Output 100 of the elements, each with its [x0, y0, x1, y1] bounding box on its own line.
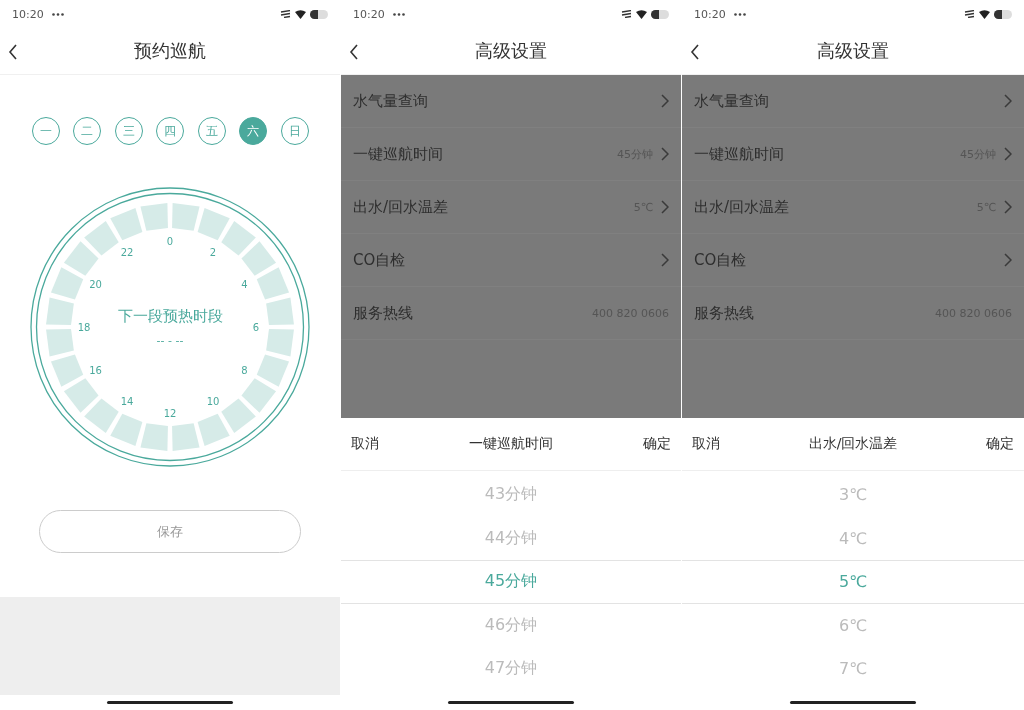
home-indicator[interactable] [448, 701, 574, 704]
chevron-right-icon [661, 200, 669, 214]
chevron-right-icon [1004, 147, 1012, 161]
setting-label: 水气量查询 [694, 91, 769, 111]
picker-option[interactable]: 7℃ [682, 647, 1024, 691]
page-title: 高级设置 [817, 39, 889, 63]
confirm-button[interactable]: 确定 [641, 433, 673, 455]
status-time: 10:20 [353, 7, 385, 21]
hour-label: 22 [120, 247, 134, 258]
hour-label: 8 [241, 364, 248, 376]
chevron-right-icon [1004, 200, 1012, 214]
signal-icon [964, 10, 975, 18]
time-segment[interactable] [140, 423, 168, 451]
time-segment[interactable] [46, 329, 74, 357]
weekday-button[interactable]: 四 [156, 117, 184, 145]
settings-row[interactable]: 水气量查询 [682, 75, 1024, 128]
chevron-right-icon [661, 94, 669, 108]
time-segment[interactable] [266, 297, 294, 325]
weekday-button[interactable]: 三 [114, 117, 143, 145]
time-segment[interactable] [256, 267, 290, 300]
time-segment[interactable] [197, 413, 230, 447]
battery-icon [651, 9, 669, 19]
weekday-button[interactable]: 一 [31, 117, 60, 145]
next-period-value: -- - -- [156, 334, 184, 347]
setting-label: 出水/回水温差 [353, 197, 449, 217]
time-segment[interactable] [110, 207, 143, 241]
time-segment[interactable] [256, 354, 290, 387]
setting-label: 服务热线 [353, 303, 413, 323]
time-segment[interactable] [172, 423, 200, 451]
setting-label: 一键巡航时间 [694, 144, 784, 164]
page-title: 高级设置 [475, 39, 547, 63]
time-segment[interactable] [241, 378, 277, 413]
picker-option[interactable]: 4℃ [682, 516, 1024, 560]
save-button[interactable]: 保存 [39, 510, 301, 553]
time-segment[interactable] [110, 413, 143, 447]
wifi-icon [636, 9, 647, 19]
home-indicator[interactable] [107, 701, 233, 704]
hour-label: 18 [77, 321, 91, 333]
picker-option[interactable]: 47分钟 [341, 647, 681, 691]
time-segment[interactable] [172, 203, 200, 231]
more-icon [392, 12, 405, 16]
time-segment[interactable] [221, 398, 256, 434]
hour-label: 2 [209, 247, 217, 258]
setting-label: 出水/回水温差 [694, 197, 790, 217]
picker-option[interactable]: 6℃ [682, 603, 1024, 647]
hour-label: 16 [89, 364, 102, 376]
weekday-button[interactable]: 日 [280, 117, 309, 145]
hour-label: 4 [241, 278, 248, 290]
setting-label: 水气量查询 [353, 91, 428, 111]
picker-option[interactable]: 5℃ [682, 560, 1024, 604]
picker-option[interactable]: 44分钟 [341, 516, 681, 560]
chevron-right-icon [661, 253, 669, 267]
hour-label: 10 [206, 396, 220, 407]
setting-label: CO自检 [353, 250, 406, 270]
signal-icon [621, 10, 632, 18]
wifi-icon [979, 9, 990, 19]
time-segment[interactable] [140, 203, 168, 231]
weekday-button[interactable]: 六 [239, 117, 267, 145]
time-segment[interactable] [50, 354, 84, 387]
hour-label: 6 [252, 321, 260, 333]
picker-option[interactable]: 43分钟 [341, 473, 681, 517]
status-time: 10:20 [12, 7, 44, 21]
time-segment[interactable] [266, 329, 294, 357]
chevron-right-icon [1004, 94, 1012, 108]
page-title: 预约巡航 [134, 39, 206, 63]
setting-label: 服务热线 [694, 303, 754, 323]
settings-row[interactable]: CO自检 [341, 234, 681, 287]
setting-label: 一键巡航时间 [353, 144, 443, 164]
back-icon[interactable] [690, 44, 700, 60]
status-time: 10:20 [694, 7, 726, 21]
weekday-button[interactable]: 五 [197, 117, 226, 145]
picker-option[interactable]: 45分钟 [341, 560, 681, 604]
time-segment[interactable] [50, 267, 84, 300]
time-segment[interactable] [63, 378, 99, 413]
picker-option[interactable]: 46分钟 [341, 603, 681, 647]
confirm-button[interactable]: 确定 [984, 433, 1016, 455]
chevron-right-icon [661, 147, 669, 161]
time-segment[interactable] [84, 398, 119, 434]
cancel-button[interactable]: 取消 [690, 433, 722, 455]
time-segment[interactable] [197, 207, 230, 241]
time-segment[interactable] [63, 241, 99, 276]
settings-row[interactable]: CO自检 [682, 234, 1024, 287]
picker-option[interactable]: 3℃ [682, 473, 1024, 517]
dial-caption: 下一段预热时段 [117, 307, 223, 325]
hour-label: 0 [166, 235, 174, 247]
cancel-button[interactable]: 取消 [349, 433, 381, 455]
time-segment[interactable] [46, 297, 74, 325]
hour-label: 12 [163, 407, 177, 419]
hour-label: 20 [89, 278, 102, 290]
back-icon[interactable] [349, 44, 359, 60]
home-indicator[interactable] [790, 701, 916, 704]
chevron-right-icon [1004, 253, 1012, 267]
back-icon[interactable] [8, 44, 18, 60]
time-segment[interactable] [241, 241, 277, 276]
wifi-icon [295, 9, 306, 19]
time-segment[interactable] [221, 220, 256, 256]
time-segment[interactable] [84, 220, 119, 256]
battery-icon [310, 9, 328, 19]
weekday-button[interactable]: 二 [73, 117, 101, 145]
settings-row[interactable]: 水气量查询 [341, 75, 681, 128]
